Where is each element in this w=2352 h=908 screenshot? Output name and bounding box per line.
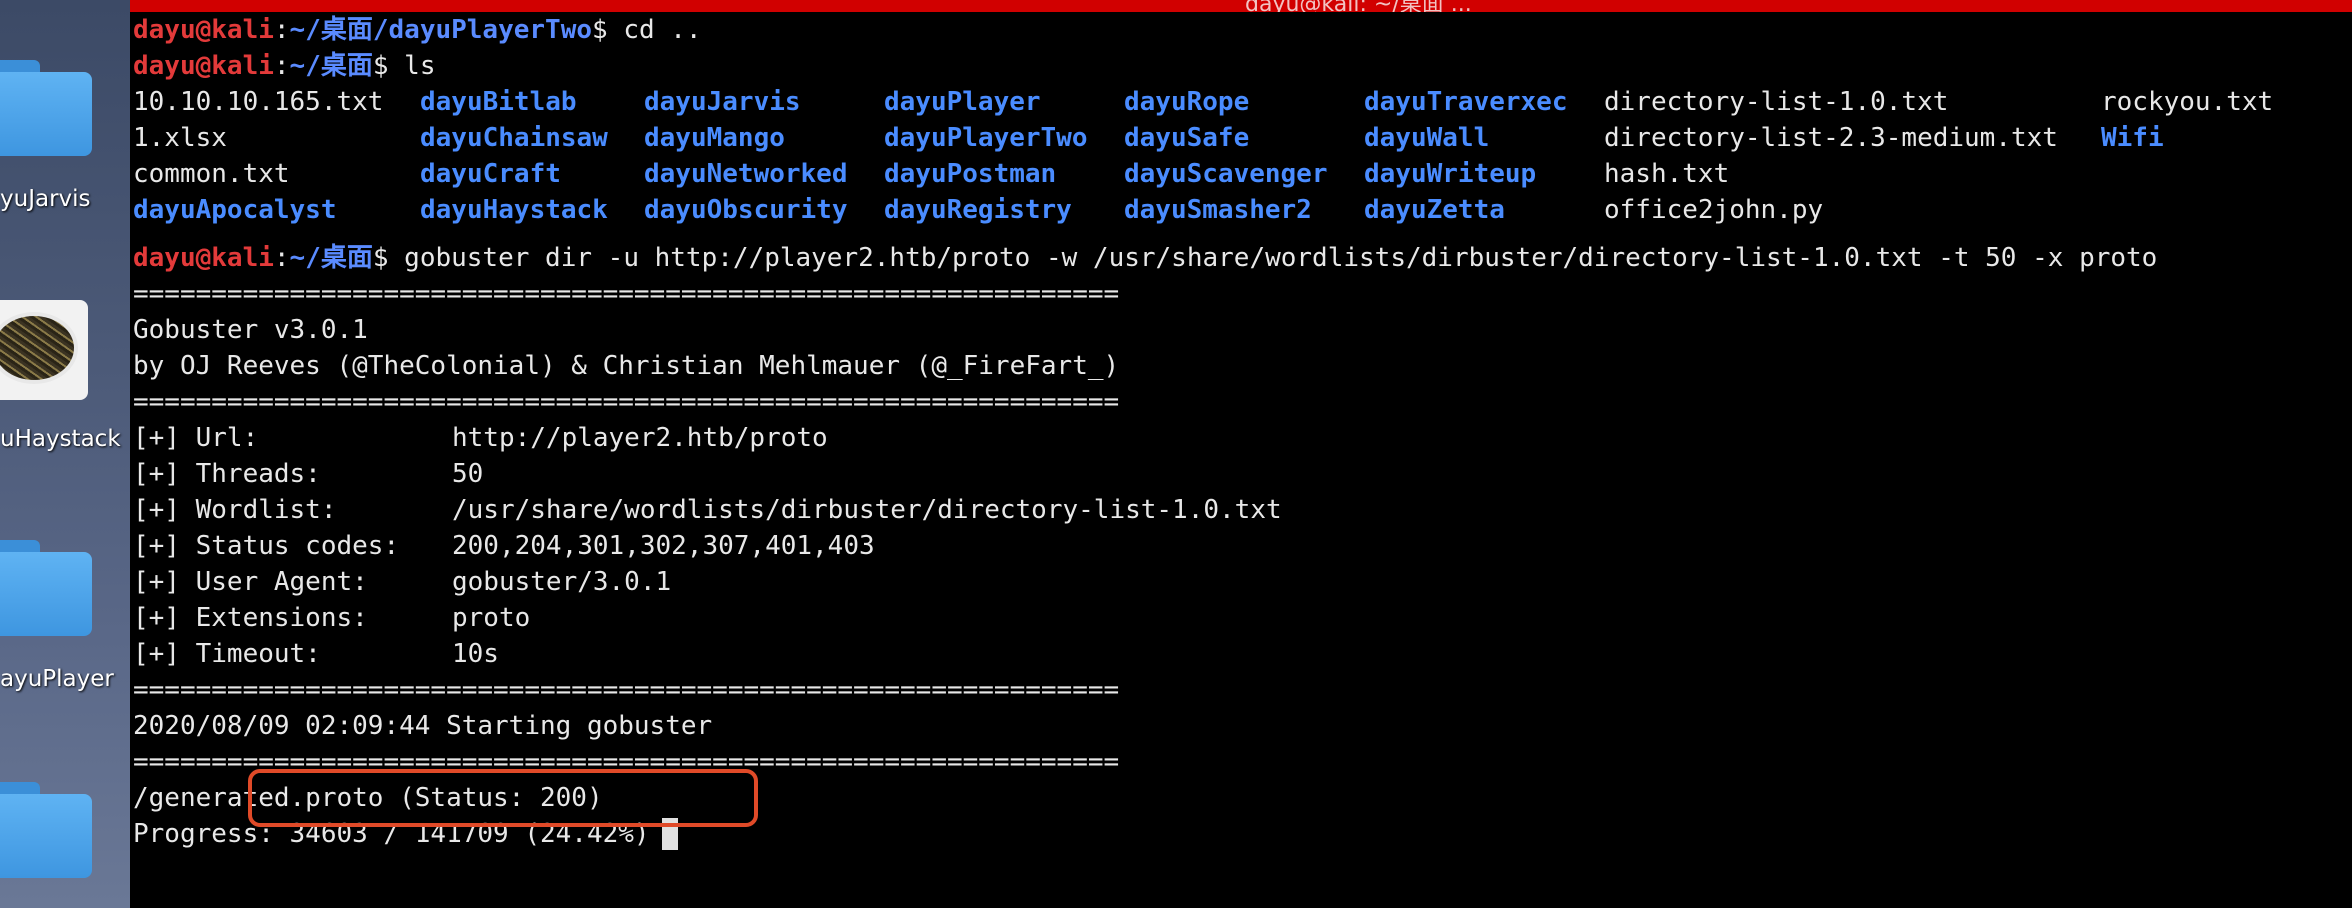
folder-icon [0, 60, 92, 156]
ls-entry-file: office2john.py [1604, 195, 1824, 225]
ls-entry-directory: dayuJarvis [644, 87, 801, 117]
ls-entry-file: 1.xlsx [133, 123, 227, 153]
prompt-line: dayu@kali:~/桌面$ gobuster dir -u http://p… [133, 243, 2158, 273]
window-title: dayu@kali: ~/桌面 ... [1245, 0, 1472, 12]
prompt-path: ~/桌面 [289, 243, 373, 273]
ls-entry-directory: dayuWall [1364, 123, 1490, 153]
separator-line: ========================================… [133, 279, 1120, 309]
ls-entry-directory: dayuZetta [1364, 195, 1505, 225]
prompt-user: dayu@kali [133, 15, 274, 45]
terminal-output[interactable]: dayu@kali:~/桌面/dayuPlayerTwo$ cd .. dayu… [130, 12, 2352, 908]
ls-entry-directory: dayuApocalyst [133, 195, 337, 225]
prompt-line: dayu@kali:~/桌面$ ls [133, 51, 436, 81]
prompt-user: dayu@kali [133, 51, 274, 81]
ls-entry-directory: dayuObscurity [644, 195, 848, 225]
gobuster-authors: by OJ Reeves (@TheColonial) & Christian … [133, 351, 1120, 381]
config-key: [+] Timeout: [133, 639, 321, 669]
desktop-icon-label: uHaystack [0, 426, 121, 452]
ls-entry-directory: dayuNetworked [644, 159, 848, 189]
ls-entry-directory: dayuChainsaw [420, 123, 608, 153]
command-text: $ cd .. [592, 15, 702, 45]
ls-entry-directory: dayuSmasher2 [1124, 195, 1312, 225]
config-key: [+] Wordlist: [133, 495, 337, 525]
window-titlebar[interactable]: dayu@kali: ~/桌面 ... [130, 0, 2352, 12]
ls-entry-file: 10.10.10.165.txt [133, 87, 384, 117]
separator-line: ========================================… [133, 675, 1120, 705]
desktop-area: yuJarvis uHaystack ayuPlayer [0, 0, 130, 908]
folder-icon [0, 540, 92, 636]
separator-line: ========================================… [133, 387, 1120, 417]
ls-entry-file: directory-list-2.3-medium.txt [1604, 123, 2058, 153]
gobuster-banner: Gobuster v3.0.1 [133, 315, 368, 345]
config-key: [+] Url: [133, 423, 259, 453]
ls-entry-directory: dayuCraft [420, 159, 561, 189]
ls-entry-directory: dayuRegistry [884, 195, 1072, 225]
prompt-line: dayu@kali:~/桌面/dayuPlayerTwo$ cd .. [133, 15, 702, 45]
prompt-user: dayu@kali [133, 243, 274, 273]
config-value: 10s [452, 639, 499, 669]
folder-icon [0, 782, 92, 878]
ls-entry-file: common.txt [133, 159, 290, 189]
ls-entry-directory: dayuSafe [1124, 123, 1250, 153]
ls-entry-directory: dayuWriteup [1364, 159, 1537, 189]
config-value: gobuster/3.0.1 [452, 567, 672, 597]
command-text: $ ls [372, 51, 436, 81]
config-value: 50 [452, 459, 484, 489]
config-key: [+] Extensions: [133, 603, 368, 633]
ls-entry-directory: dayuRope [1124, 87, 1250, 117]
config-value: 200,204,301,302,307,401,403 [452, 531, 875, 561]
config-value: proto [452, 603, 531, 633]
ls-entry-directory: dayuScavenger [1124, 159, 1328, 189]
prompt-path: ~/桌面/dayuPlayerTwo [289, 15, 593, 45]
config-value: http://player2.htb/proto [452, 423, 828, 453]
start-line: 2020/08/09 02:09:44 Starting gobuster [133, 711, 713, 741]
ls-entry-directory: dayuTraverxec [1364, 87, 1568, 117]
ls-entry-directory: dayuBitlab [420, 87, 577, 117]
image-thumbnail-icon [0, 300, 88, 400]
desktop-icon-label: ayuPlayer [0, 666, 114, 692]
ls-entry-directory: dayuPlayerTwo [884, 123, 1088, 153]
desktop-icon-label: yuJarvis [0, 186, 91, 212]
config-key: [+] Status codes: [133, 531, 400, 561]
ls-entry-directory: dayuPostman [884, 159, 1057, 189]
ls-entry-file: directory-list-1.0.txt [1604, 87, 1949, 117]
ls-entry-directory: dayuMango [644, 123, 785, 153]
ls-entry-file: hash.txt [1604, 159, 1730, 189]
ls-entry-directory: Wifi [2101, 123, 2164, 153]
command-text: $ gobuster dir -u http://player2.htb/pro… [372, 243, 2158, 273]
config-key: [+] Threads: [133, 459, 321, 489]
ls-entry-directory: dayuPlayer [884, 87, 1041, 117]
ls-entry-directory: dayuHaystack [420, 195, 608, 225]
config-value: /usr/share/wordlists/dirbuster/directory… [452, 495, 1282, 525]
config-key: [+] User Agent: [133, 567, 368, 597]
ls-entry-file: rockyou.txt [2101, 87, 2274, 117]
prompt-path: ~/桌面 [289, 51, 373, 81]
result-highlight-box [248, 769, 758, 827]
